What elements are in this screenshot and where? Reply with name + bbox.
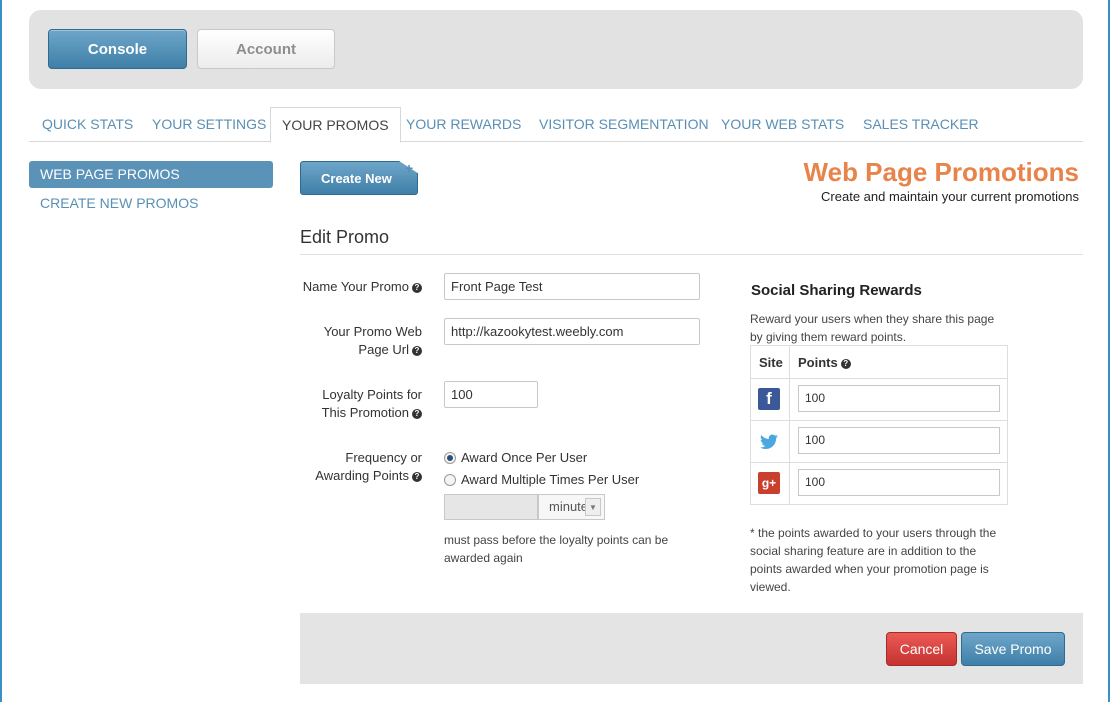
top-bar: Console Account <box>29 10 1083 89</box>
tab-your-web-stats[interactable]: YOUR WEB STATS <box>721 107 844 142</box>
help-icon[interactable]: ? <box>412 409 422 419</box>
loyalty-points-label: Loyalty Points for This Promotion? <box>321 387 422 420</box>
facebook-points-input[interactable]: 100 <box>798 385 1000 412</box>
google-plus-icon: g+ <box>758 472 780 494</box>
main-tabs: QUICK STATS YOUR SETTINGS YOUR PROMOS YO… <box>29 107 1083 143</box>
promo-url-input[interactable]: http://kazookytest.weebly.com <box>444 318 700 345</box>
section-title: Edit Promo <box>300 227 390 247</box>
tab-your-rewards[interactable]: YOUR REWARDS <box>406 107 521 142</box>
promo-name-input[interactable]: Front Page Test <box>444 273 700 300</box>
radio-button[interactable] <box>444 473 456 486</box>
help-icon[interactable]: ? <box>412 472 422 482</box>
twitter-icon <box>758 430 780 452</box>
tab-your-promos[interactable]: YOUR PROMOS <box>270 107 401 143</box>
table-row: 100 <box>751 421 1007 463</box>
radio-button-selected[interactable] <box>444 451 456 464</box>
interval-unit-select[interactable]: minutes ▼ <box>538 494 605 520</box>
table-row: f 100 <box>751 379 1007 421</box>
social-rewards-title: Social Sharing Rewards <box>751 282 922 299</box>
section-divider <box>300 254 1083 255</box>
facebook-icon: f <box>758 388 780 410</box>
loyalty-points-input[interactable]: 100 <box>444 381 538 408</box>
tab-your-settings[interactable]: YOUR SETTINGS <box>152 107 266 142</box>
chevron-down-icon[interactable]: ▼ <box>585 498 601 516</box>
plus-icon: + <box>405 160 414 176</box>
save-promo-button[interactable]: Save Promo <box>961 632 1065 666</box>
social-rewards-note: * the points awarded to your users throu… <box>750 526 997 594</box>
twitter-points-input[interactable]: 100 <box>798 427 1000 454</box>
tab-visitor-segmentation[interactable]: VISITOR SEGMENTATION <box>539 107 709 142</box>
page-subtitle: Create and maintain your current promoti… <box>821 189 1079 204</box>
console-button[interactable]: Console <box>48 29 187 69</box>
table-row: g+ 100 <box>751 463 1007 505</box>
radio-award-once[interactable]: Award Once Per User <box>444 450 587 465</box>
frequency-label: Frequency or Awarding Points? <box>315 450 422 483</box>
promo-url-label: Your Promo Web Page Url? <box>323 324 422 357</box>
help-icon[interactable]: ? <box>412 283 422 293</box>
interval-input[interactable] <box>444 494 538 520</box>
help-icon[interactable]: ? <box>412 346 422 356</box>
social-rewards-description: Reward your users when they share this p… <box>750 312 995 344</box>
interval-help-text: must pass before the loyalty points can … <box>444 533 669 565</box>
create-new-button[interactable]: Create New <box>300 161 418 195</box>
tab-sales-tracker[interactable]: SALES TRACKER <box>863 107 979 142</box>
radio-award-multiple[interactable]: Award Multiple Times Per User <box>444 472 639 487</box>
account-button[interactable]: Account <box>197 29 335 69</box>
sidebar-item-web-page-promos[interactable]: WEB PAGE PROMOS <box>29 161 273 188</box>
page-title: Web Page Promotions <box>803 157 1079 187</box>
google-plus-points-input[interactable]: 100 <box>798 469 1000 496</box>
promo-name-label: Name Your Promo? <box>303 278 422 296</box>
social-rewards-table: Site Points? f 100 100 g+ 100 <box>750 345 1008 505</box>
cancel-button[interactable]: Cancel <box>886 632 957 666</box>
sidebar-item-create-new-promos[interactable]: CREATE NEW PROMOS <box>40 195 198 211</box>
help-icon[interactable]: ? <box>840 359 851 369</box>
tab-quick-stats[interactable]: QUICK STATS <box>42 107 133 142</box>
